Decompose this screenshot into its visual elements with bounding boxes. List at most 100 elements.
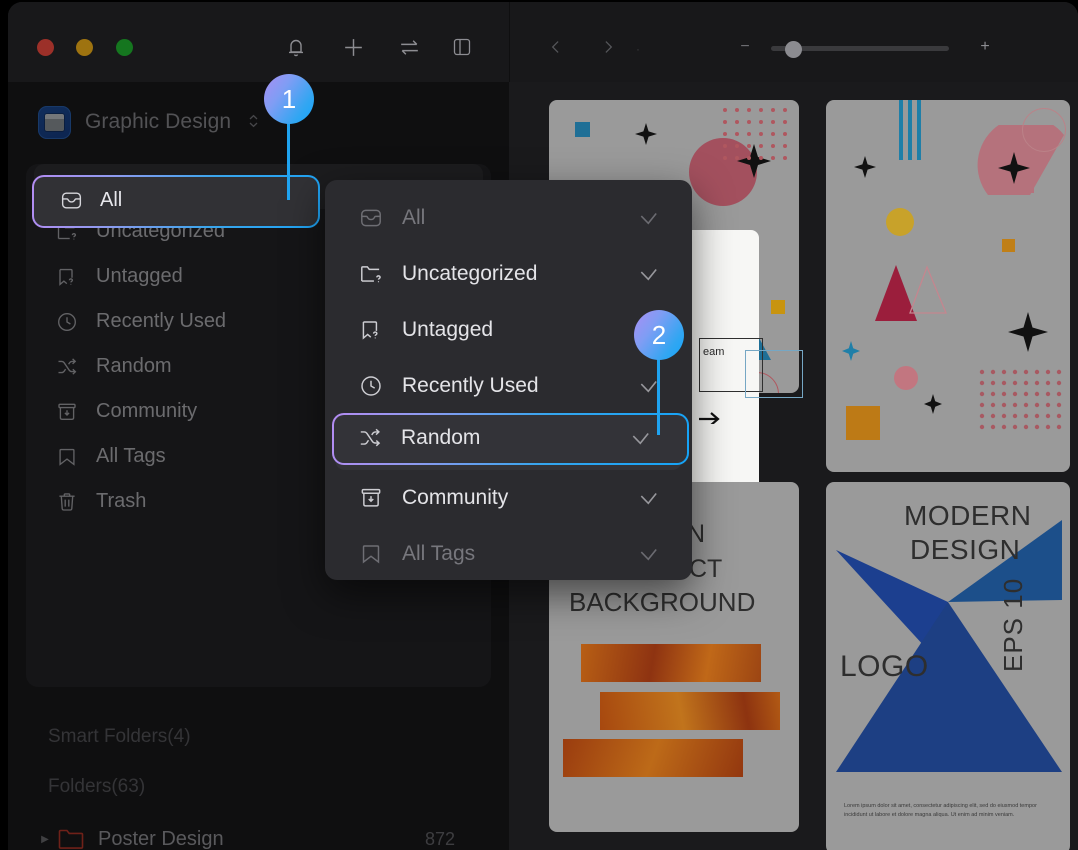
shape-cross-blue-small <box>842 341 860 361</box>
toolbar-divider <box>509 2 510 82</box>
menu-item-label: Untagged <box>402 318 494 341</box>
shape-square-orange <box>1002 239 1015 252</box>
section-label-smart-folders: Smart Folders(4) <box>48 726 191 747</box>
menu-item-all[interactable]: All <box>335 190 682 246</box>
menu-item-label: All <box>402 206 426 229</box>
shape-square-gold <box>771 300 785 314</box>
zoom-out-button[interactable]: − <box>734 38 756 55</box>
poster-bar-2 <box>600 692 780 730</box>
callout-stem-2 <box>657 347 660 435</box>
zoom-in-button[interactable]: + <box>973 35 997 59</box>
folder-icon <box>56 826 86 850</box>
menu-item-community[interactable]: Community <box>335 470 682 526</box>
download-box-icon <box>54 399 80 425</box>
shape-circle-pink <box>894 366 918 390</box>
shape-circle-gold <box>886 208 914 236</box>
poster-lorem-text: Lorem ipsum dolor sit amet, consectetur … <box>844 803 1037 818</box>
maximize-window-button[interactable] <box>116 39 133 56</box>
sidebar-toggle-icon[interactable] <box>445 30 479 64</box>
expand-triangle-icon[interactable]: ▶ <box>34 834 56 845</box>
sidebar-item-label: Random <box>96 355 172 377</box>
poster-text-line3: BACKGROUND <box>569 587 756 617</box>
gallery-card-memphis[interactable] <box>826 100 1070 472</box>
poster-bar-1 <box>581 644 761 682</box>
download-box-icon <box>357 485 384 512</box>
poster-text-logo: LOGO <box>840 650 929 683</box>
chevron-right-icon[interactable] <box>593 32 623 62</box>
check-icon <box>637 487 660 510</box>
check-icon <box>637 263 660 286</box>
chevron-updown-icon[interactable] <box>247 112 260 133</box>
titlebar: · − + <box>8 2 1078 82</box>
shape-cross-black-tiny <box>924 394 942 414</box>
tag-question-icon <box>357 317 384 344</box>
filter-dropdown-menu: All Uncategorized Untagged Recently Used… <box>325 180 692 580</box>
shape-triangle-crimson <box>875 265 947 321</box>
swap-icon[interactable] <box>392 30 426 64</box>
poster-title-modern: MODERN <box>904 500 1032 531</box>
app-window: · − + Graphic Design All Uncategorized U… <box>8 2 1078 850</box>
bookmark-icon <box>357 541 384 568</box>
shape-square-blue <box>575 122 590 137</box>
bell-icon[interactable] <box>279 30 313 64</box>
check-icon <box>637 207 660 230</box>
shape-arrow-black <box>699 412 720 424</box>
menu-item-recently-used[interactable]: Recently Used <box>335 358 682 414</box>
inbox-icon <box>357 205 384 232</box>
section-label-folders: Folders(63) <box>48 776 146 797</box>
shape-cross-black-small <box>854 156 876 178</box>
gallery-card-modern-design[interactable]: MODERN DESIGN LOGO EPS 10 Lorem ipsum do… <box>826 482 1070 850</box>
shape-cross-black-large <box>1008 312 1048 352</box>
callout-badge-1: 1 <box>264 74 314 124</box>
folder-question-icon <box>54 219 80 245</box>
shape-rect-outline-blue <box>745 350 803 398</box>
menu-item-uncategorized[interactable]: Uncategorized <box>335 246 682 302</box>
menu-item-label: Random <box>402 430 482 453</box>
menu-item-label: Recently Used <box>402 374 539 397</box>
sidebar-sections: Smart Folders(4) Folders(63) ▶ Poster De… <box>26 712 491 850</box>
breadcrumb: · <box>636 42 640 56</box>
poster-title-design: DESIGN <box>910 534 1021 565</box>
minimize-window-button[interactable] <box>76 39 93 56</box>
shuffle-icon <box>357 429 384 456</box>
sidebar-item-label: Trash <box>96 490 147 512</box>
doc-snippet-text: eam <box>703 346 725 358</box>
trash-icon <box>54 489 80 515</box>
menu-item-all-tags[interactable]: All Tags <box>335 526 682 582</box>
shape-cross-black-mid <box>998 152 1030 184</box>
shuffle-icon <box>54 354 80 380</box>
sidebar-item-label: All <box>96 175 119 197</box>
inbox-icon <box>54 174 80 200</box>
zoom-slider-thumb[interactable] <box>785 41 802 58</box>
clock-icon <box>357 373 384 400</box>
shape-line-blue-2 <box>908 100 912 160</box>
folder-label: Poster Design <box>98 827 224 850</box>
sidebar-item-label: Untagged <box>96 265 183 287</box>
shape-cross-black <box>635 123 657 145</box>
sidebar-item-label: Community <box>96 400 198 422</box>
poster-bar-3 <box>563 739 743 777</box>
close-window-button[interactable] <box>37 39 54 56</box>
shape-circle-outline-rose <box>1022 108 1066 152</box>
sidebar-item-label: Recently Used <box>96 310 227 332</box>
menu-item-random[interactable]: Random <box>335 414 682 470</box>
tag-question-icon <box>54 264 80 290</box>
menu-item-label: Community <box>402 486 509 509</box>
library-icon <box>38 105 71 139</box>
check-icon <box>637 543 660 566</box>
shape-square-amber <box>846 406 880 440</box>
library-name: Graphic Design <box>85 110 232 133</box>
folder-row-poster-design[interactable]: ▶ Poster Design 872 <box>26 812 491 850</box>
folder-count: 872 <box>424 828 455 849</box>
plus-icon[interactable] <box>336 30 370 64</box>
callout-badge-2: 2 <box>634 310 684 360</box>
library-selector[interactable]: Graphic Design <box>38 102 260 142</box>
sidebar-item-label: All Tags <box>96 445 166 467</box>
chevron-left-icon[interactable] <box>541 32 571 62</box>
menu-item-untagged[interactable]: Untagged <box>335 302 682 358</box>
shape-line-blue-1 <box>899 100 903 160</box>
menu-item-label: All Tags <box>402 542 476 565</box>
clock-icon <box>54 309 80 335</box>
shape-line-blue-3 <box>917 100 921 160</box>
poster-text-line2: CT <box>689 555 723 583</box>
